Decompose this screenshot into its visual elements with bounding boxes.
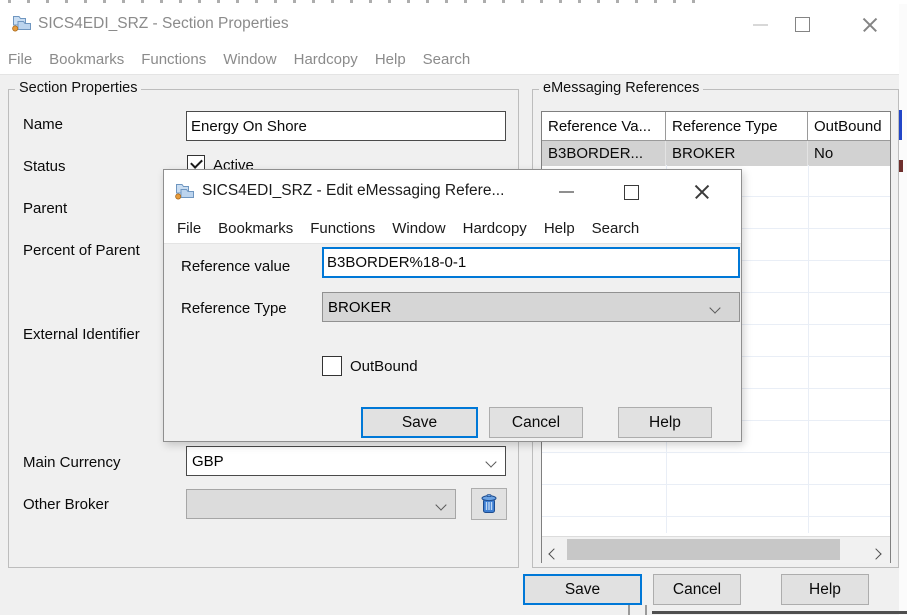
table-gridline — [808, 165, 809, 533]
header-reference-value[interactable]: Reference Va... — [542, 112, 666, 140]
name-label: Name — [23, 116, 63, 133]
desktop: SICS4EDI_SRZ - Section Properties File B… — [0, 0, 907, 615]
dialog-title: SICS4EDI_SRZ - Edit eMessaging Refere... — [202, 182, 504, 200]
dialog-menubar: File Bookmarks Functions Window Hardcopy… — [164, 213, 741, 244]
scrollbar-thumb[interactable] — [567, 539, 840, 560]
parent-label: Parent — [23, 200, 67, 217]
menu-item-help[interactable]: Help — [375, 51, 406, 68]
dialog-maximize-button[interactable] — [611, 171, 651, 213]
scroll-right-button[interactable] — [872, 545, 880, 563]
main-currency-select[interactable]: GBP — [186, 446, 506, 476]
dialog-menu-item-file[interactable]: File — [177, 220, 201, 237]
reference-value-label: Reference value — [181, 258, 290, 275]
dialog-titlebar[interactable]: SICS4EDI_SRZ - Edit eMessaging Refere... — [164, 170, 741, 213]
dialog-close-button[interactable] — [682, 171, 722, 213]
maximize-button[interactable] — [780, 4, 824, 45]
background-artifact — [899, 160, 903, 172]
header-reference-type[interactable]: Reference Type — [666, 112, 808, 140]
cancel-button[interactable]: Cancel — [653, 574, 741, 605]
reference-type-label: Reference Type — [181, 300, 287, 317]
help-button[interactable]: Help — [781, 574, 869, 605]
reference-value-input[interactable] — [322, 247, 740, 278]
main-currency-label: Main Currency — [23, 454, 121, 471]
close-icon — [694, 184, 710, 200]
chevron-right-icon — [870, 548, 881, 559]
delete-broker-button[interactable] — [471, 488, 507, 520]
chevron-down-icon — [485, 456, 496, 467]
dialog-menu-item-bookmarks[interactable]: Bookmarks — [218, 220, 293, 237]
dialog-cancel-button[interactable]: Cancel — [489, 407, 583, 438]
menu-item-bookmarks[interactable]: Bookmarks — [49, 51, 124, 68]
app-icon — [175, 182, 195, 200]
background-artifact — [645, 605, 647, 615]
name-input[interactable] — [186, 111, 506, 141]
dialog-menu-item-help[interactable]: Help — [544, 220, 575, 237]
outbound-checkbox-label: OutBound — [350, 358, 418, 375]
save-button[interactable]: Save — [523, 574, 642, 605]
horizontal-scrollbar[interactable] — [542, 536, 890, 563]
menu-item-functions[interactable]: Functions — [141, 51, 206, 68]
app-icon — [12, 14, 32, 32]
reference-type-select[interactable]: BROKER — [322, 292, 740, 322]
menu-item-file[interactable]: File — [8, 51, 32, 68]
other-broker-select[interactable] — [186, 489, 456, 519]
cell-reference-value[interactable]: B3BORDER... — [542, 141, 666, 166]
maximize-icon — [795, 17, 810, 32]
minimize-button[interactable] — [738, 4, 782, 45]
dialog-menu-item-functions[interactable]: Functions — [310, 220, 375, 237]
main-currency-value: GBP — [192, 453, 224, 470]
background-window-sliver-right — [899, 4, 907, 615]
dialog-menu-item-search[interactable]: Search — [592, 220, 640, 237]
trash-icon — [479, 493, 499, 515]
edit-emessaging-dialog: SICS4EDI_SRZ - Edit eMessaging Refere...… — [163, 169, 742, 442]
dialog-menu-item-hardcopy[interactable]: Hardcopy — [463, 220, 527, 237]
background-artifact — [652, 611, 907, 614]
minimize-icon — [559, 191, 574, 193]
outbound-checkbox[interactable] — [322, 356, 342, 376]
chevron-down-icon — [435, 499, 446, 510]
menu-item-search[interactable]: Search — [423, 51, 471, 68]
chevron-down-icon — [709, 302, 720, 313]
table-row-selected[interactable]: B3BORDER... BROKER No — [542, 141, 890, 166]
main-titlebar[interactable]: SICS4EDI_SRZ - Section Properties — [0, 4, 899, 45]
section-properties-group-label: Section Properties — [15, 80, 141, 96]
chevron-left-icon — [548, 548, 559, 559]
references-table-header: Reference Va... Reference Type OutBound — [542, 112, 890, 141]
cell-outbound[interactable]: No — [808, 141, 890, 166]
emessaging-references-group-label: eMessaging References — [539, 80, 703, 96]
dialog-minimize-button[interactable] — [546, 171, 586, 213]
status-label: Status — [23, 158, 66, 175]
header-outbound[interactable]: OutBound — [808, 112, 890, 140]
menu-item-window[interactable]: Window — [223, 51, 276, 68]
background-artifact — [899, 110, 902, 140]
main-menubar: File Bookmarks Functions Window Hardcopy… — [0, 45, 899, 75]
dialog-save-button[interactable]: Save — [361, 407, 478, 438]
window-title: SICS4EDI_SRZ - Section Properties — [38, 15, 289, 33]
other-broker-label: Other Broker — [23, 496, 109, 513]
close-button[interactable] — [848, 4, 892, 45]
menu-item-hardcopy[interactable]: Hardcopy — [294, 51, 358, 68]
minimize-icon — [753, 24, 768, 26]
background-artifact — [8, 0, 708, 3]
dialog-help-button[interactable]: Help — [618, 407, 712, 438]
dialog-menu-item-window[interactable]: Window — [392, 220, 445, 237]
check-icon — [190, 156, 203, 169]
background-artifact — [628, 605, 630, 615]
reference-type-value: BROKER — [328, 299, 391, 316]
maximize-icon — [624, 185, 639, 200]
external-identifier-label: External Identifier — [23, 326, 140, 343]
cell-reference-type[interactable]: BROKER — [666, 141, 808, 166]
percent-of-parent-label: Percent of Parent — [23, 242, 140, 259]
close-icon — [862, 17, 878, 33]
scroll-left-button[interactable] — [550, 545, 558, 563]
